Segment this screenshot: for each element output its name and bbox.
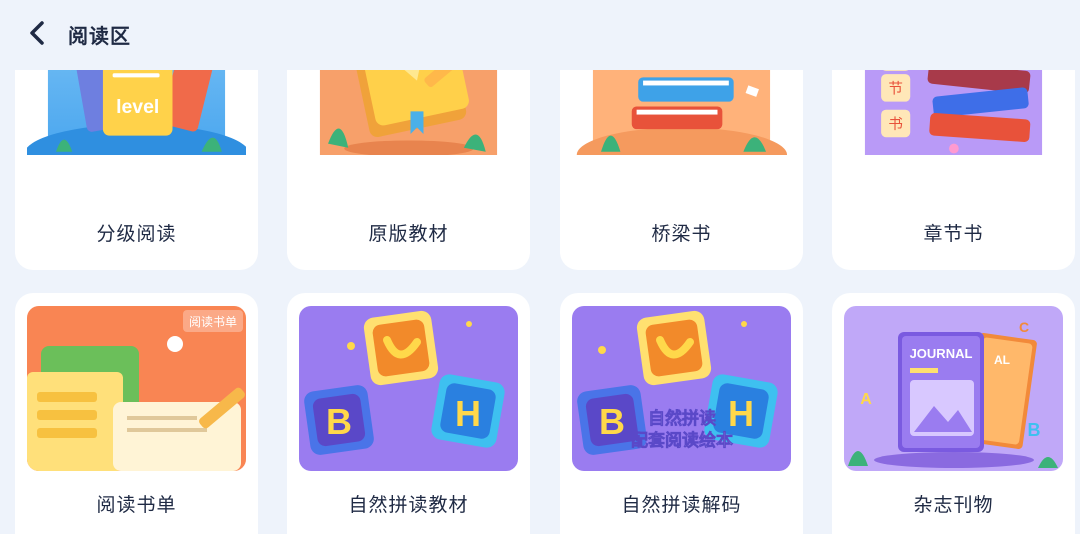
card-label: 原版教材 <box>368 223 449 245</box>
magazine-illustration: AL JOURNAL A B C <box>844 306 1063 471</box>
thumb-letter-a: A <box>860 391 872 408</box>
card-label: 桥梁书 <box>651 223 712 245</box>
card-label: 自然拼读教材 <box>348 494 469 516</box>
thumb-letter-h: H <box>728 393 754 434</box>
thumb-level-text: level <box>116 96 159 118</box>
phonics-puzzle-illustration: B H <box>299 306 518 471</box>
back-button[interactable] <box>22 18 52 48</box>
thumb-letter-b: B <box>1028 420 1041 440</box>
thumb-journal-partial: AL <box>994 353 1010 367</box>
card-label: 章节书 <box>923 223 984 245</box>
thumb-overlay-line1: 自然拼读 <box>648 408 716 429</box>
thumb-letter-b: B <box>599 401 625 442</box>
card-label: 分级阅读 <box>96 223 177 245</box>
phonics-decoding-illustration: B H 自然拼读 配套阅读绘本 <box>572 306 791 471</box>
thumb-char-shu: 书 <box>888 116 903 133</box>
card-label: 自然拼读解码 <box>621 494 742 516</box>
thumb-journal-title: JOURNAL <box>910 346 973 361</box>
thumb-letter-c: C <box>1019 319 1029 335</box>
card-label: 杂志刊物 <box>913 494 994 516</box>
thumb-letter-b: B <box>326 401 352 442</box>
card-magazines[interactable]: AL JOURNAL A B C 杂志刊物 <box>832 293 1075 534</box>
thumb-char-jie: 节 <box>888 81 903 98</box>
thumb-letter-h: H <box>455 393 481 434</box>
reading-list-illustration: 阅读书单 <box>27 306 246 471</box>
thumb-overlay-line2: 配套阅读绘本 <box>631 430 733 451</box>
card-label: 阅读书单 <box>96 494 177 516</box>
card-phonics-decoding[interactable]: B H 自然拼读 配套阅读绘本 自然拼读解码 <box>560 293 803 534</box>
page-title: 阅读区 <box>68 24 131 48</box>
top-bar: 阅读区 <box>0 0 1080 70</box>
chevron-left-icon <box>30 21 44 45</box>
thumb-reading-list-tag: 阅读书单 <box>189 315 237 329</box>
card-phonics-textbooks[interactable]: B H 自然拼读教材 <box>287 293 530 534</box>
card-reading-list[interactable]: 阅读书单 阅读书单 <box>15 293 258 534</box>
